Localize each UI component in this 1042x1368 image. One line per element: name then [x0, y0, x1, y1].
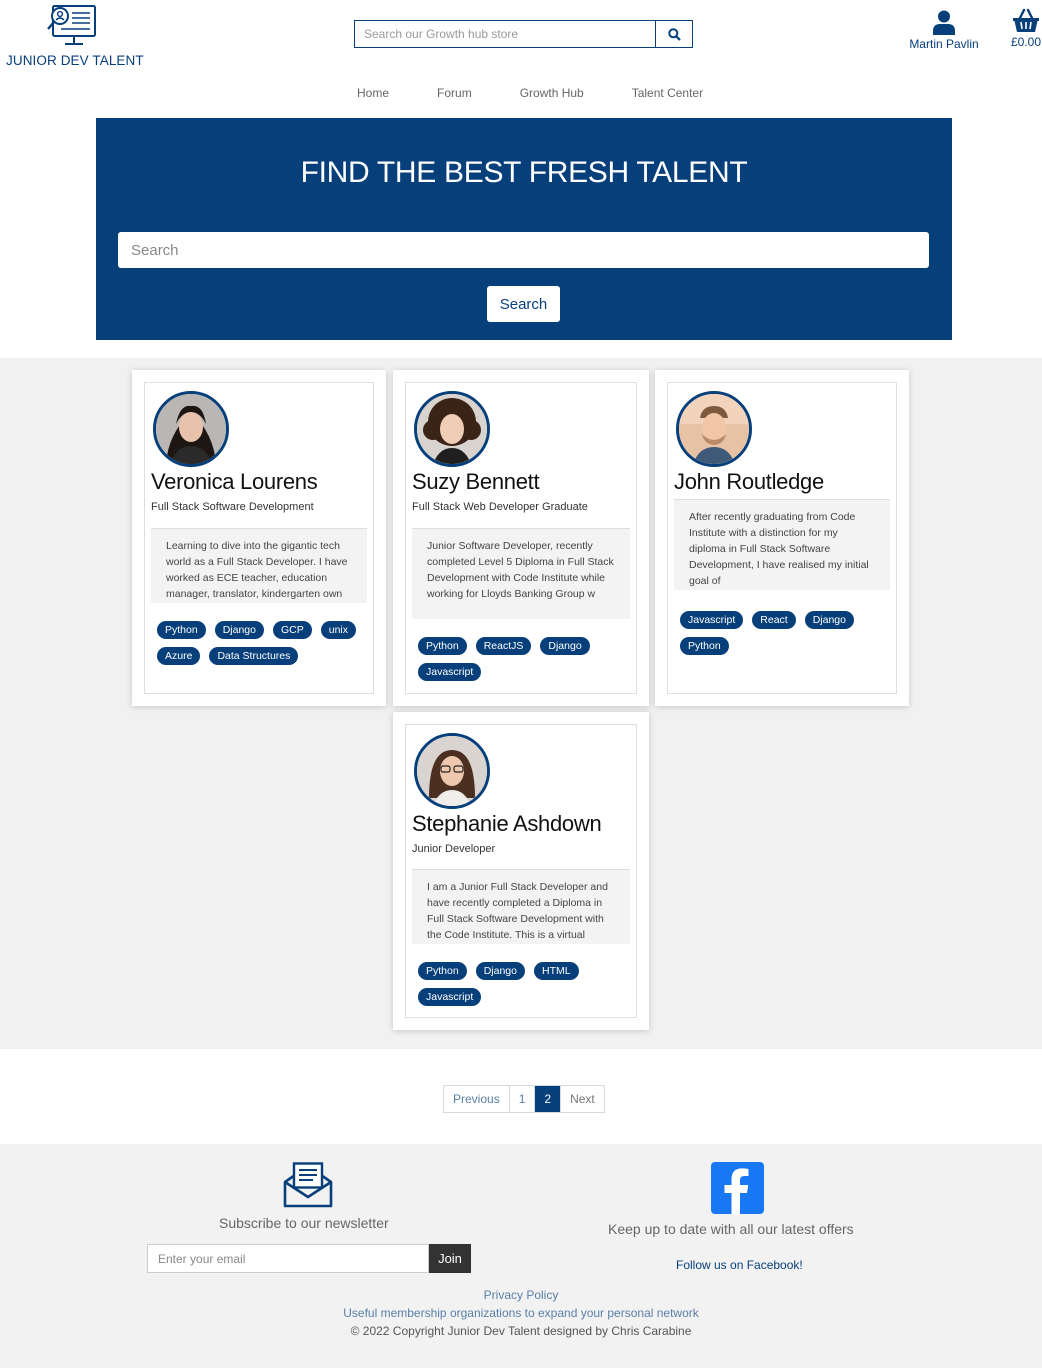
envelope-icon [283, 1162, 333, 1208]
basket-link[interactable]: £0.00 [1006, 8, 1042, 49]
basket-total: £0.00 [1010, 35, 1042, 49]
pagination-next[interactable]: Next [561, 1086, 604, 1112]
candidate-name[interactable]: Veronica Lourens [151, 469, 318, 495]
newsletter-email-input[interactable] [147, 1244, 429, 1273]
skill-tag[interactable]: Django [540, 637, 590, 655]
monitor-magnifier-icon [47, 5, 96, 45]
avatar [414, 391, 490, 467]
facebook-icon[interactable] [711, 1162, 764, 1214]
talent-search-button[interactable]: Search [487, 286, 560, 322]
candidate-bio: After recently graduating from Code Inst… [674, 500, 890, 590]
candidate-role: Full Stack Web Developer Graduate [412, 501, 588, 513]
skill-tag[interactable]: Javascript [680, 611, 744, 629]
candidate-name[interactable]: Suzy Bennett [412, 469, 540, 495]
talent-search-input[interactable] [118, 232, 929, 268]
privacy-policy-link[interactable]: Privacy Policy [0, 1288, 1042, 1302]
site-footer: Subscribe to our newsletter Join Keep up… [0, 1144, 1042, 1368]
skill-tag[interactable]: Python [680, 637, 729, 655]
membership-orgs-link[interactable]: Useful membership organizations to expan… [0, 1306, 1042, 1320]
pagination-previous[interactable]: Previous [444, 1086, 510, 1112]
skill-tag[interactable]: Azure [157, 647, 201, 665]
skill-tag[interactable]: GCP [272, 621, 312, 639]
talent-card[interactable]: Suzy Bennett Full Stack Web Developer Gr… [393, 370, 649, 706]
store-search-input[interactable] [355, 21, 655, 47]
pagination-page-2[interactable]: 2 [535, 1086, 562, 1112]
facebook-text: Keep up to date with all our latest offe… [608, 1221, 854, 1237]
talent-card[interactable]: Veronica Lourens Full Stack Software Dev… [132, 370, 386, 706]
candidate-bio: Learning to dive into the gigantic tech … [151, 529, 367, 603]
search-icon [667, 27, 681, 41]
newsletter-join-button[interactable]: Join [429, 1244, 471, 1273]
newsletter-text: Subscribe to our newsletter [219, 1215, 389, 1231]
hero-banner: FIND THE BEST FRESH TALENT Search [96, 118, 952, 340]
facebook-link[interactable]: Follow us on Facebook! [676, 1258, 803, 1272]
candidate-role: Junior Developer [412, 843, 496, 855]
talent-list: Veronica Lourens Full Stack Software Dev… [0, 358, 1042, 1049]
pagination: Previous 1 2 Next [443, 1085, 605, 1113]
talent-card[interactable]: John Routledge After recently graduating… [655, 370, 909, 706]
skill-tags: Python Django GCP unix Azure Data Struct… [157, 621, 365, 665]
main-nav: Home Forum Growth Hub Talent Center [340, 84, 727, 102]
nav-forum[interactable]: Forum [413, 84, 496, 102]
avatar [676, 391, 752, 467]
candidate-name[interactable]: Stephanie Ashdown [412, 811, 602, 837]
skill-tag[interactable]: Django [475, 962, 525, 980]
talent-card[interactable]: Stephanie Ashdown Junior Developer I am … [393, 712, 649, 1030]
candidate-bio: I am a Junior Full Stack Developer and h… [412, 870, 630, 944]
store-search-bar [354, 20, 693, 48]
avatar [153, 391, 229, 467]
hero-title: FIND THE BEST FRESH TALENT [300, 156, 748, 189]
skill-tag[interactable]: Django [804, 611, 854, 629]
skill-tag[interactable]: Javascript [418, 988, 482, 1006]
skill-tags: Javascript React Django Python [680, 611, 888, 655]
skill-tag[interactable]: Javascript [418, 663, 482, 681]
candidate-role: Full Stack Software Development [151, 501, 314, 513]
store-search-button[interactable] [655, 21, 692, 47]
nav-growth-hub[interactable]: Growth Hub [496, 84, 608, 102]
skill-tags: Python Django HTML Javascript [418, 962, 628, 1006]
candidate-name[interactable]: John Routledge [674, 469, 824, 495]
basket-icon [1013, 8, 1039, 32]
skill-tags: Python ReactJS Django Javascript [418, 637, 628, 681]
site-logo[interactable]: JUNIOR DEV TALENT [6, 4, 144, 68]
skill-tag[interactable]: Django [214, 621, 264, 639]
logo-text: JUNIOR DEV TALENT [6, 53, 144, 68]
skill-tag[interactable]: Python [418, 637, 467, 655]
avatar [414, 733, 490, 809]
skill-tag[interactable]: Python [157, 621, 206, 639]
nav-talent-center[interactable]: Talent Center [608, 84, 727, 102]
user-name: Martin Pavlin [909, 37, 979, 51]
nav-home[interactable]: Home [340, 84, 413, 102]
skill-tag[interactable]: React [752, 611, 796, 629]
account-link[interactable]: Martin Pavlin [904, 10, 984, 51]
pagination-page-1[interactable]: 1 [510, 1086, 536, 1112]
skill-tag[interactable]: HTML [533, 962, 579, 980]
copyright-text: © 2022 Copyright Junior Dev Talent desig… [350, 1324, 692, 1338]
skill-tag[interactable]: Data Structures [209, 647, 299, 665]
skill-tag[interactable]: ReactJS [475, 637, 532, 655]
user-icon [933, 10, 955, 35]
skill-tag[interactable]: unix [320, 621, 357, 639]
candidate-bio: Junior Software Developer, recently comp… [412, 529, 630, 619]
skill-tag[interactable]: Python [418, 962, 467, 980]
